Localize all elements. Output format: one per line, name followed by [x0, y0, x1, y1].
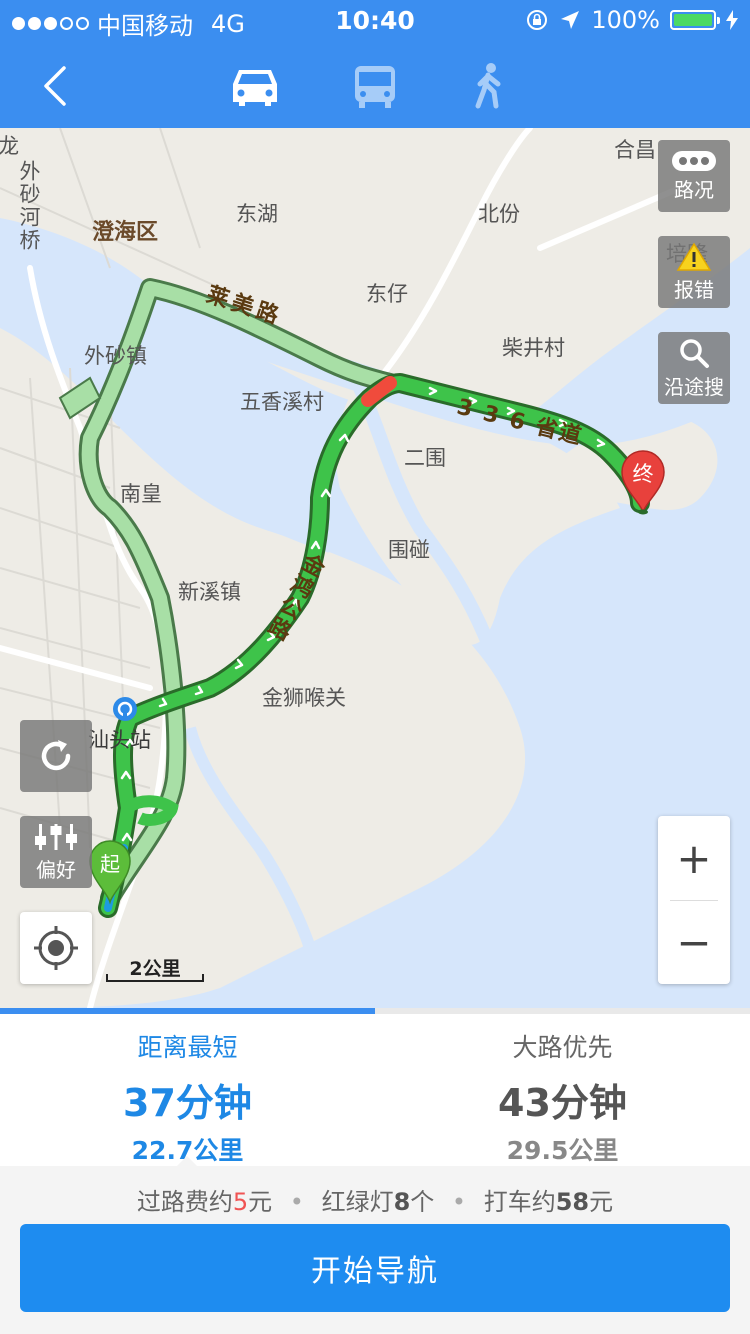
- route-option-shortest[interactable]: 距离最短 37分钟 22.7公里: [0, 1014, 375, 1166]
- lights-label: 红绿灯: [321, 1188, 394, 1216]
- report-error-button[interactable]: 报错: [658, 236, 730, 308]
- taxi-label: 打车约: [483, 1188, 556, 1216]
- end-marker[interactable]: 终: [620, 450, 666, 515]
- route-panel: 距离最短 37分钟 22.7公里 大路优先 43分钟 29.5公里 过路费约5元…: [0, 1008, 750, 1334]
- toll-label: 过路费约: [136, 1188, 233, 1216]
- refresh-icon: [41, 740, 71, 771]
- place-label-district: 澄海区: [92, 220, 159, 245]
- route-time: 43分钟: [498, 1081, 627, 1125]
- place-label: 外砂河桥: [17, 160, 41, 252]
- place-label: 围碰: [388, 538, 430, 562]
- place-label: 龙: [0, 134, 19, 158]
- place-label: 金狮喉关: [262, 686, 346, 710]
- place-label: 五香溪村: [240, 390, 324, 414]
- status-bar: 中国移动 4G 10:40 100%: [0, 0, 750, 40]
- report-label: 报错: [674, 277, 714, 302]
- battery-percent: 100%: [591, 6, 660, 34]
- chevron-left-icon[interactable]: [36, 64, 76, 108]
- place-label: 合昌: [614, 138, 656, 162]
- zoom-out-button[interactable]: −: [658, 900, 730, 984]
- locate-button[interactable]: [20, 912, 92, 984]
- refresh-button[interactable]: [20, 720, 92, 792]
- route-distance: 29.5公里: [506, 1136, 619, 1165]
- place-label: 北份: [478, 202, 520, 226]
- preference-label: 偏好: [36, 857, 76, 882]
- status-right: 100%: [525, 6, 738, 34]
- place-label: 南皇: [120, 482, 162, 506]
- bus-icon[interactable]: [345, 62, 405, 110]
- end-marker-label: 终: [632, 462, 654, 486]
- taxi-value: 58: [555, 1188, 590, 1216]
- place-label: 东仔: [366, 282, 408, 306]
- lights-unit: 个: [410, 1188, 435, 1216]
- traffic-label: 路况: [674, 177, 714, 202]
- place-label: 东湖: [236, 202, 278, 226]
- scale-bar: [106, 974, 204, 982]
- preference-sliders-icon: [35, 823, 77, 850]
- car-icon[interactable]: [225, 62, 285, 110]
- walk-icon[interactable]: [460, 62, 520, 110]
- start-navigation-button[interactable]: 开始导航: [20, 1224, 730, 1312]
- route-summary: 过路费约5元 • 红绿灯8个 • 打车约58元: [0, 1182, 750, 1217]
- route-time: 37分钟: [123, 1081, 252, 1125]
- route-name: 距离最短: [137, 1033, 238, 1062]
- map-view[interactable]: 龙 外砂河桥 合昌 东湖 北份 澄海区 东仔 外砂镇 柴井村 五香溪村 二围 南…: [0, 128, 750, 1008]
- toll-unit: 元: [248, 1188, 273, 1216]
- nav-bar: [0, 44, 750, 128]
- zoom-in-button[interactable]: +: [658, 816, 730, 900]
- start-marker[interactable]: 起: [88, 840, 132, 906]
- separator: •: [289, 1188, 304, 1216]
- separator: •: [451, 1188, 467, 1216]
- map-scale: 2公里: [106, 954, 204, 984]
- toll-value: 5: [232, 1188, 249, 1216]
- preference-button[interactable]: 偏好: [20, 816, 92, 888]
- location-arrow-icon: [561, 11, 580, 29]
- taxi-unit: 元: [589, 1188, 614, 1216]
- route-option-highway[interactable]: 大路优先 43分钟 29.5公里: [375, 1014, 750, 1166]
- place-label: 外砂镇: [84, 344, 147, 368]
- route-name: 大路优先: [512, 1033, 613, 1062]
- lights-value: 8: [393, 1188, 411, 1216]
- rotation-lock-icon: [527, 10, 548, 30]
- traffic-icon: [672, 150, 716, 171]
- search-along-label: 沿途搜: [664, 374, 724, 399]
- place-label: 二围: [404, 446, 446, 470]
- search-along-button[interactable]: 沿途搜: [658, 332, 730, 404]
- battery-icon: [670, 10, 720, 30]
- train-station-icon: [113, 697, 137, 721]
- traffic-button[interactable]: 路况: [658, 140, 730, 212]
- search-icon: [680, 338, 709, 368]
- charging-icon: [726, 10, 738, 30]
- header: 中国移动 4G 10:40 100%: [0, 0, 750, 128]
- place-label: 新溪镇: [178, 580, 241, 604]
- route-info: 过路费约5元 • 红绿灯8个 • 打车约58元 开始导航: [0, 1166, 750, 1334]
- zoom-control: + −: [658, 816, 730, 984]
- locate-icon: [34, 926, 78, 970]
- warning-icon: [676, 242, 712, 271]
- place-label: 柴井村: [502, 336, 565, 360]
- start-marker-label: 起: [100, 852, 120, 876]
- place-label: 汕头站: [88, 728, 151, 752]
